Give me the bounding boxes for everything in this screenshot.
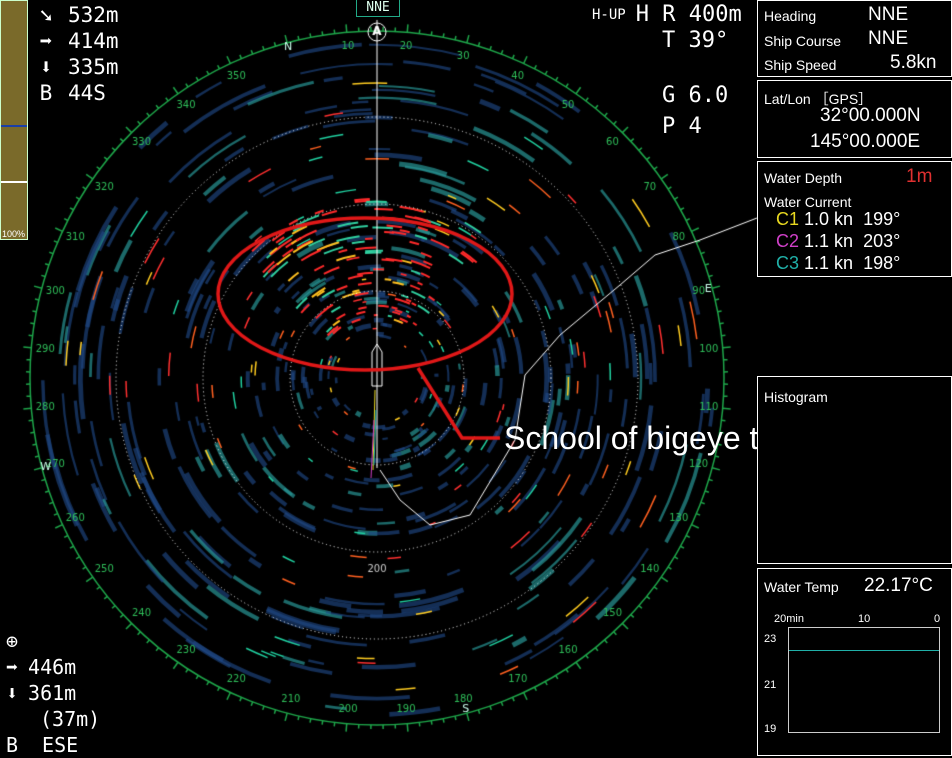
current-row-c3: C3 1.1 kn 198° (776, 253, 901, 273)
settings-readout: H-UP H R 400m T 39° G 6.0 P 4 (592, 2, 742, 139)
depth-value: 1m (906, 166, 933, 187)
position-panel: Lat/Lon ［GPS］ 32°00.000N 145°00.000E (757, 80, 952, 158)
heading-marker: NNE (356, 0, 400, 17)
diag-arrow-icon: ➘ (39, 3, 53, 27)
crosshair-icon: ⊕ (6, 629, 19, 653)
cursor-readout: ⊕ ➡ 446m ⬇ 361m (37m) B ESE (6, 629, 101, 757)
current-row-c1: C1 1.0 kn 199° (776, 209, 901, 229)
course-value: NNE (868, 28, 909, 49)
latitude-value: 32°00.000N (820, 105, 921, 126)
current-row-c2: C2 1.1 kn 203° (776, 231, 901, 251)
gain-bar: 100% (0, 0, 28, 240)
right-arrow-icon: ➡ (39, 29, 53, 53)
down-arrow-icon: ⬇ (6, 681, 19, 705)
nav-panel: Heading NNE Ship Course NNE Ship Speed 5… (757, 0, 952, 77)
bearing-label: B (39, 81, 53, 105)
temp-value: 22.17°C (864, 575, 933, 596)
down-arrow-icon: ⬇ (39, 55, 53, 79)
current-table: C1 1.0 kn 199° C2 1.1 kn 203° C3 1.1 kn … (776, 208, 900, 274)
heading-value: NNE (868, 4, 909, 25)
environment-panel: Water Depth 1m Water Current C1 1.0 kn 1… (757, 161, 952, 277)
temp-graph (788, 627, 940, 733)
target-readout: ➘ 532m ➡ 414m ⬇ 335m B 44S (36, 2, 119, 106)
right-arrow-icon: ➡ (6, 655, 19, 679)
speed-value: 5.8kn (890, 52, 937, 73)
temp-series-line (789, 649, 939, 651)
histogram-panel: Histogram (757, 376, 952, 564)
longitude-value: 145°00.000E (810, 131, 921, 152)
water-temp-panel: Water Temp 22.17°C 20min 10 0 23 21 19 (757, 568, 952, 756)
